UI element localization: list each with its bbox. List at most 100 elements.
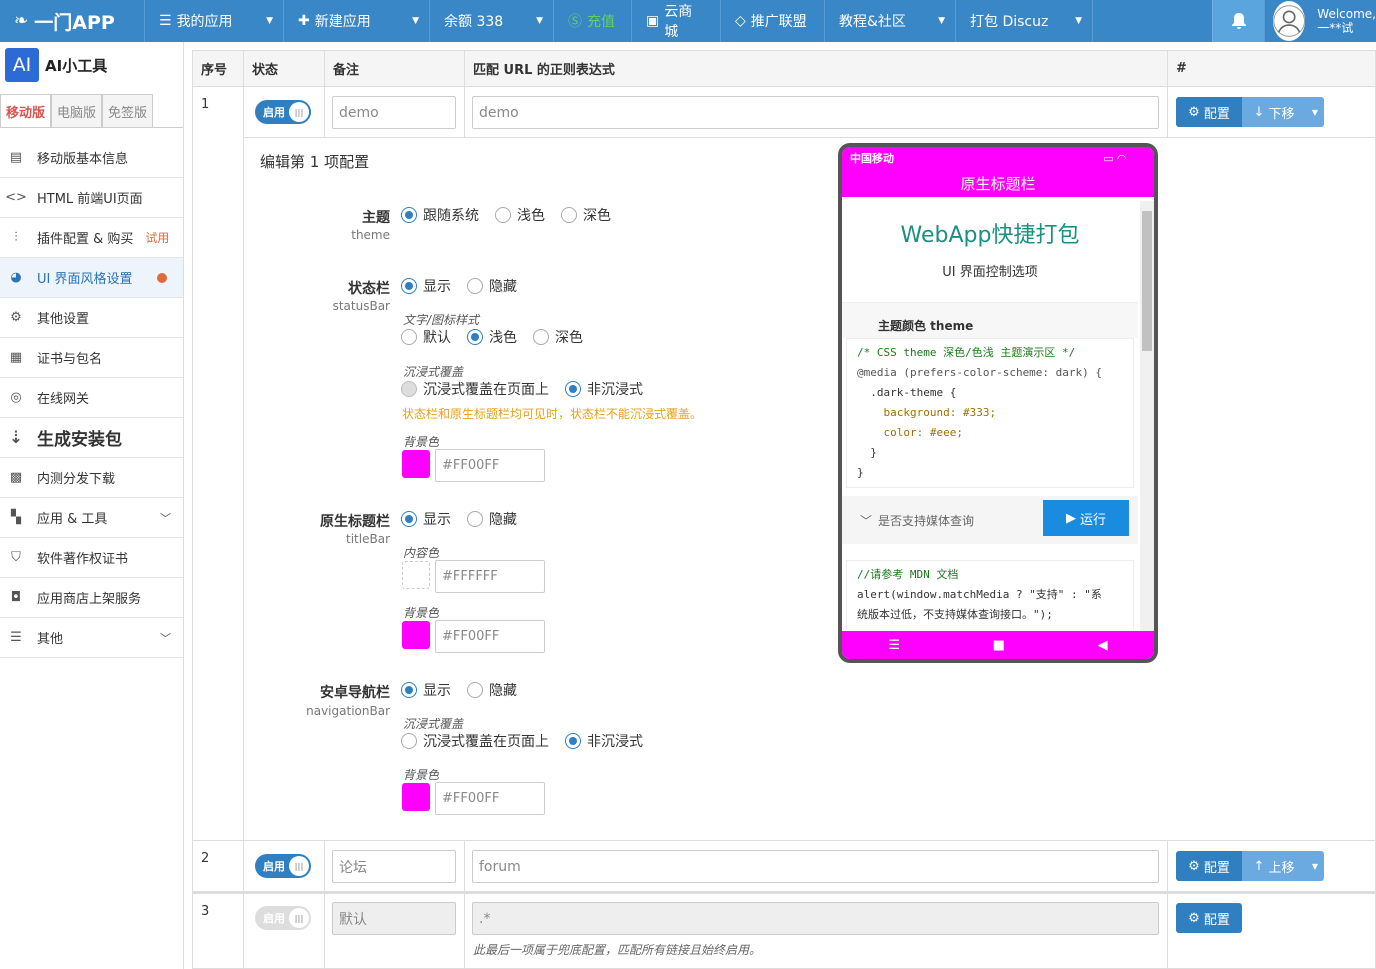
- navbar-label: 安卓导航栏: [320, 685, 390, 701]
- navbar-non-immersive-radio[interactable]: 非沉浸式: [565, 731, 643, 751]
- sidebar-item-other-settings[interactable]: ⚙ 其他设置: [0, 298, 183, 338]
- sidebar-item-apps-tools[interactable]: ▚ 应用 & 工具 ﹀: [0, 498, 183, 538]
- text-style-radio-default[interactable]: 默认: [401, 327, 451, 347]
- gear-icon: ⚙: [1188, 910, 1200, 926]
- note-input[interactable]: demo: [332, 96, 456, 129]
- statusbar-radio-hide[interactable]: 隐藏: [467, 276, 517, 296]
- theme-radio-light[interactable]: 浅色: [495, 205, 545, 225]
- notification-bell-icon[interactable]: [1212, 0, 1264, 42]
- tab-mobile[interactable]: 移动版: [0, 94, 52, 127]
- scrollbar-thumb[interactable]: [1142, 211, 1152, 351]
- enable-toggle[interactable]: 启用 |||: [255, 854, 311, 878]
- app-logo[interactable]: ❧ 一门APP: [0, 0, 145, 42]
- navbar-color-swatch[interactable]: [402, 783, 430, 811]
- sidebar-item-label: 内测分发下载: [37, 472, 116, 487]
- sidebar-item-copyright[interactable]: ⛉ 软件著作权证书: [0, 538, 183, 578]
- nav-new-app[interactable]: ✚ 新建应用 ▼: [284, 0, 430, 42]
- sidebar-item-label: 应用商店上架服务: [37, 592, 142, 607]
- enable-toggle[interactable]: 启用 |||: [255, 100, 311, 124]
- statusbar-immersive-radio[interactable]: 沉浸式覆盖在页面上: [401, 379, 549, 399]
- sidebar-item-build[interactable]: ⇣ 生成安装包: [0, 418, 183, 458]
- statusbar-sub: statusBar: [332, 299, 390, 313]
- regex-input[interactable]: demo: [472, 96, 1159, 129]
- col-actions: #: [1176, 61, 1187, 76]
- nav-cloud-store[interactable]: ▣ 云商城: [632, 0, 721, 42]
- main-content: 序号 状态 备注 匹配 URL 的正则表达式 # 1 启用 ||| demo de…: [192, 50, 1376, 969]
- radio-label: 显示: [423, 683, 451, 699]
- col-index: 序号: [193, 51, 244, 86]
- table-row: 2 启用 ||| 论坛 forum ⚙ 配置 ↑ 上移 ▼: [192, 841, 1376, 892]
- phone-heading: WebApp快捷打包: [900, 223, 1080, 248]
- phone-section-title: 主题颜色 theme: [842, 302, 1138, 338]
- nav-my-apps[interactable]: ☰ 我的应用 ▼: [145, 0, 284, 42]
- sidebar-item-others[interactable]: ☰ 其他 ﹀: [0, 618, 183, 658]
- statusbar-color-input[interactable]: #FF00FF: [435, 449, 545, 482]
- move-down-button[interactable]: ↓ 下移: [1242, 97, 1306, 127]
- navbar-radio-hide[interactable]: 隐藏: [467, 680, 517, 700]
- tab-desktop[interactable]: 电脑版: [51, 94, 103, 127]
- menu-icon: ☰: [888, 637, 900, 653]
- row-index: 1: [201, 97, 210, 112]
- text-style-radio-dark[interactable]: 深色: [533, 327, 583, 347]
- nav-discuz[interactable]: 打包 Discuz ▼: [956, 0, 1093, 42]
- navbar-immersive-radio[interactable]: 沉浸式覆盖在页面上: [401, 731, 549, 751]
- move-up-button[interactable]: ↑ 上移: [1242, 851, 1306, 881]
- titlebar-color-swatch[interactable]: [402, 621, 430, 649]
- row-index: 3: [201, 904, 210, 919]
- copyright-icon: ⛉: [11, 550, 21, 565]
- statusbar-color-swatch[interactable]: [402, 450, 430, 478]
- phone-subheading: UI 界面控制选项: [942, 265, 1038, 280]
- nav-balance[interactable]: 余额 338 ▼: [430, 0, 554, 42]
- tab-unsigned[interactable]: 免签版: [102, 94, 154, 127]
- certificate-icon: ▦: [9, 350, 23, 365]
- sidebar-item-plugins[interactable]: ⫶ 插件配置 & 购买 试用: [0, 218, 183, 258]
- titlebar-color-input[interactable]: #FF00FF: [435, 620, 545, 653]
- titlebar-content-input[interactable]: #FFFFFF: [435, 560, 545, 593]
- theme-radio-dark[interactable]: 深色: [561, 205, 611, 225]
- phone-nav-bar: ☰ ■ ◀: [842, 631, 1154, 659]
- radio-dot: [533, 329, 549, 345]
- sidebar-item-beta-download[interactable]: ▩ 内测分发下载: [0, 458, 183, 498]
- note-input[interactable]: 论坛: [332, 850, 456, 883]
- statusbar-label: 状态栏: [348, 281, 390, 297]
- list-icon: ☰: [159, 13, 172, 29]
- sidebar-item-store[interactable]: ◘ 应用商店上架服务: [0, 578, 183, 618]
- index-cell: 3: [193, 894, 244, 968]
- scrollbar[interactable]: [1140, 201, 1154, 631]
- radio-dot: [467, 682, 483, 698]
- more-dropdown-button[interactable]: ▼: [1306, 97, 1324, 127]
- config-button[interactable]: ⚙ 配置: [1176, 903, 1242, 933]
- titlebar-radio-show[interactable]: 显示: [401, 509, 451, 529]
- nav-affiliate[interactable]: ◇ 推广联盟: [721, 0, 825, 42]
- more-dropdown-button[interactable]: ▼: [1306, 851, 1324, 881]
- theme-radio-system[interactable]: 跟随系统: [401, 205, 479, 225]
- nav-tutorials[interactable]: 教程&社区 ▼: [825, 0, 956, 42]
- navbar-sub: navigationBar: [306, 704, 390, 718]
- caret-down-icon: ▼: [412, 16, 419, 26]
- titlebar-radio-hide[interactable]: 隐藏: [467, 509, 517, 529]
- sidebar-item-gateway[interactable]: ◎ 在线网关: [0, 378, 183, 418]
- text-style-radio-light[interactable]: 浅色: [467, 327, 517, 347]
- menu-icon: ☰: [10, 630, 22, 645]
- titlebar-content-swatch[interactable]: [402, 561, 430, 589]
- table-row: 1 启用 ||| demo demo ⚙ 配置 ↓ 下移 ▼ 编辑第 1 项配置 主题…: [192, 87, 1376, 841]
- nav-label: 充值: [587, 14, 615, 30]
- statusbar-radio-show[interactable]: 显示: [401, 276, 451, 296]
- nav-recharge[interactable]: Ⓢ 充值: [554, 0, 632, 42]
- sidebar-item-certificate[interactable]: ▦ 证书与包名: [0, 338, 183, 378]
- config-button[interactable]: ⚙ 配置: [1176, 851, 1242, 881]
- regex-input[interactable]: forum: [472, 850, 1159, 883]
- divider: [464, 87, 465, 138]
- user-menu[interactable]: Welcome, 一**试: [1264, 0, 1376, 42]
- statusbar-non-immersive-radio[interactable]: 非沉浸式: [565, 379, 643, 399]
- sidebar-item-basic-info[interactable]: ▤ 移动版基本信息: [0, 138, 183, 178]
- code-line: @media (prefers-color-scheme: dark) {: [857, 366, 1103, 379]
- navbar-radio-show[interactable]: 显示: [401, 680, 451, 700]
- navbar-color-input[interactable]: #FF00FF: [435, 782, 545, 815]
- run-button[interactable]: ▶ 运行: [1043, 500, 1129, 536]
- sidebar-item-html-ui[interactable]: <> HTML 前端UI页面: [0, 178, 183, 218]
- sidebar-item-ui-style[interactable]: ◕ UI 界面风格设置: [0, 258, 183, 298]
- store-icon: ▣: [646, 13, 660, 29]
- config-button[interactable]: ⚙ 配置: [1176, 97, 1242, 127]
- text-style-label: 文字/图标样式: [403, 313, 480, 327]
